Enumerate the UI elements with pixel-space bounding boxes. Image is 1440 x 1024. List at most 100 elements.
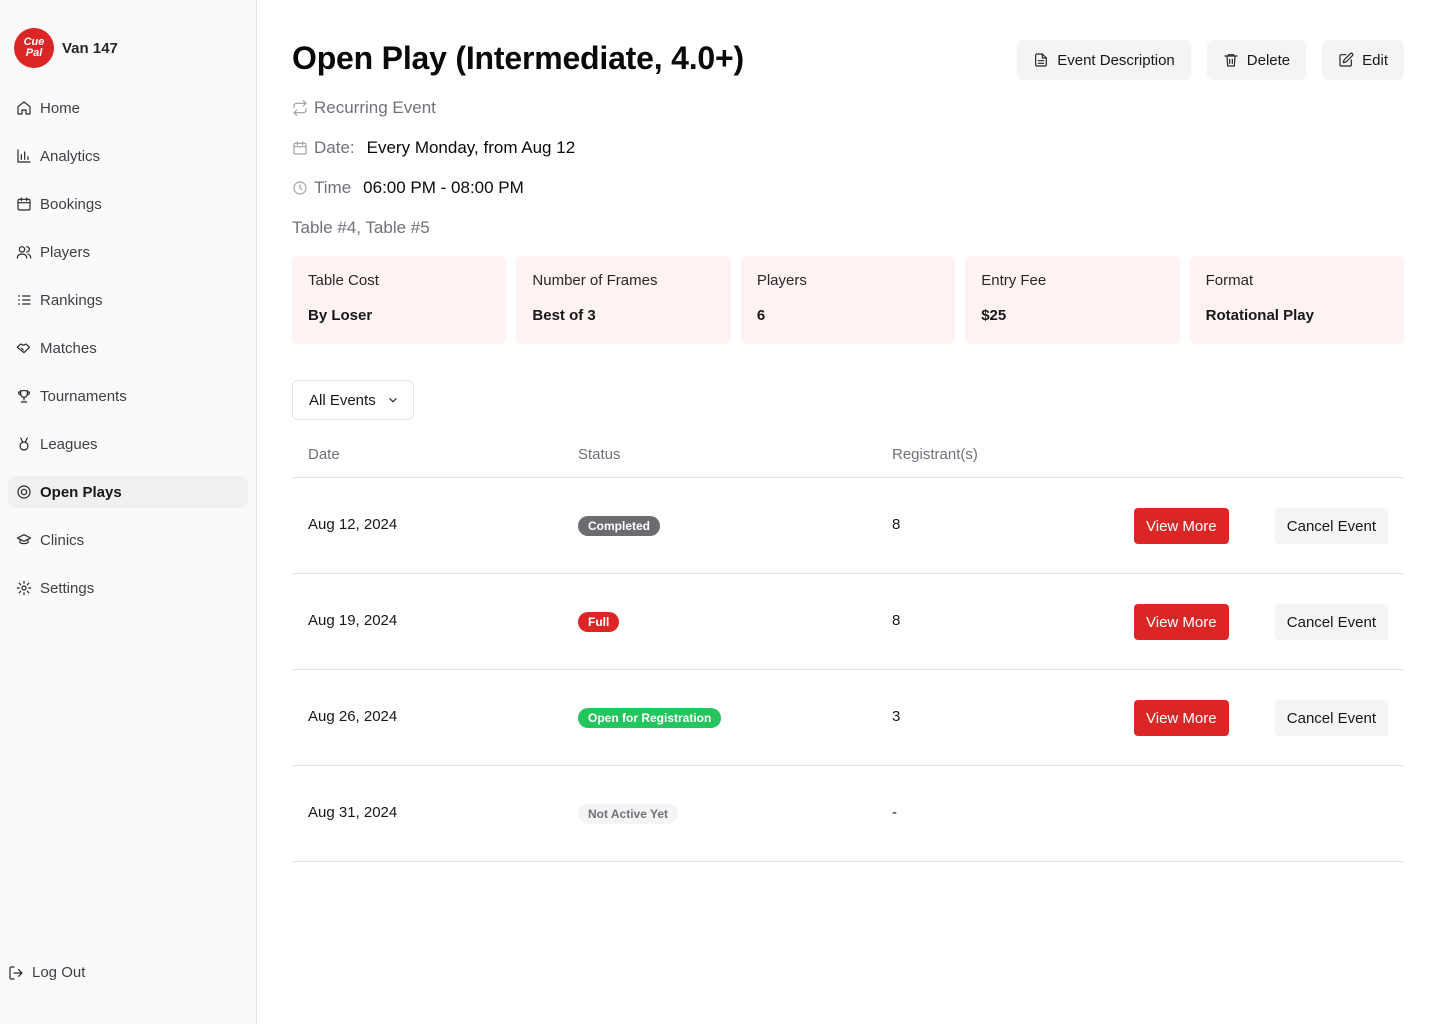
event-date: Date: Every Monday, from Aug 12	[292, 138, 575, 158]
sidebar-item-home[interactable]: Home	[8, 92, 248, 124]
logout-label: Log Out	[32, 964, 86, 981]
event-description-button[interactable]: Event Description	[1017, 40, 1191, 80]
edit-icon	[1339, 52, 1354, 67]
card-label: Format	[1205, 272, 1254, 289]
sidebar-item-matches[interactable]: Matches	[8, 332, 248, 364]
sidebar-item-players[interactable]: Players	[8, 236, 248, 268]
card-label: Players	[756, 272, 807, 289]
target-icon	[16, 484, 32, 500]
logout-button[interactable]: Log Out	[8, 964, 85, 981]
chevron-down-icon	[388, 397, 397, 403]
cancel-event-button[interactable]: Cancel Event	[1274, 508, 1388, 544]
cancel-event-button[interactable]: Cancel Event	[1274, 700, 1388, 736]
view-more-button[interactable]: View More	[1134, 508, 1229, 544]
venue-name: Van 147	[62, 39, 118, 57]
card-label: Entry Fee	[981, 272, 1047, 289]
users-icon	[16, 244, 32, 260]
sidebar-item-label: Matches	[40, 339, 97, 357]
cancel-event-button[interactable]: Cancel Event	[1274, 604, 1388, 640]
trash-icon	[1224, 54, 1238, 67]
status-badge: Open for Registration	[578, 708, 722, 728]
column-header-registrants: Registrant(s)	[892, 446, 978, 463]
card-format: Format Rotational Play	[1189, 256, 1405, 344]
row-date: Aug 12, 2024	[308, 516, 398, 533]
event-summary-cards: Table Cost By Loser Number of Frames Bes…	[292, 256, 1405, 344]
row-registrants: 8	[892, 516, 901, 533]
sidebar-item-label: Open Plays	[40, 483, 122, 501]
recurring-indicator: Recurring Event	[292, 98, 436, 118]
card-value: Rotational Play	[1205, 307, 1314, 324]
graduation-cap-icon	[16, 532, 32, 548]
calendar-icon	[293, 141, 307, 155]
clock-icon	[293, 181, 307, 195]
card-value: 6	[756, 307, 766, 324]
sidebar-nav: Home Analytics Bookings Players Rankings…	[8, 92, 248, 620]
sidebar-item-bookings[interactable]: Bookings	[8, 188, 248, 220]
card-value: Best of 3	[532, 307, 596, 324]
column-header-status: Status	[578, 446, 621, 463]
handshake-icon	[16, 340, 32, 356]
event-tables: Table #4, Table #5	[292, 218, 430, 237]
medal-icon	[16, 436, 32, 452]
list-ordered-icon	[16, 292, 32, 308]
card-value: $25	[981, 307, 1007, 324]
file-text-icon	[1035, 53, 1048, 67]
card-label: Number of Frames	[532, 272, 658, 289]
cuepal-logo: Cue Pal	[14, 28, 54, 68]
sidebar-item-settings[interactable]: Settings	[8, 572, 248, 604]
sidebar-item-label: Tournaments	[40, 387, 127, 405]
sidebar-item-label: Analytics	[40, 147, 101, 165]
card-table-cost: Table Cost By Loser	[292, 256, 507, 344]
table-row: Aug 31, 2024 Not Active Yet -	[292, 766, 1404, 862]
sidebar-item-label: Settings	[40, 579, 95, 597]
status-badge: Not Active Yet	[578, 804, 679, 824]
sidebar-item-rankings[interactable]: Rankings	[8, 284, 248, 316]
table-header: Date Status Registrant(s)	[292, 436, 1404, 478]
header-actions: Event Description Delete Edit	[1001, 40, 1404, 80]
sidebar-item-open-plays[interactable]: Open Plays	[8, 476, 248, 508]
page-title: Open Play (Intermediate, 4.0+)	[292, 40, 744, 76]
card-players: Players 6	[740, 256, 956, 344]
home-icon	[16, 100, 32, 116]
gear-icon	[16, 580, 32, 596]
row-date: Aug 19, 2024	[308, 612, 398, 629]
card-label: Table Cost	[308, 272, 379, 289]
sidebar-item-label: Rankings	[40, 291, 103, 309]
sidebar-item-analytics[interactable]: Analytics	[8, 140, 248, 172]
view-more-button[interactable]: View More	[1134, 700, 1229, 736]
brand[interactable]: Cue Pal Van 147	[14, 28, 118, 68]
row-date: Aug 26, 2024	[308, 708, 398, 725]
row-registrants: -	[892, 804, 897, 821]
column-header-date: Date	[308, 446, 340, 463]
row-date: Aug 31, 2024	[308, 804, 398, 821]
logout-icon	[8, 965, 24, 981]
calendar-icon	[16, 196, 32, 212]
card-value: By Loser	[308, 307, 373, 324]
sidebar-item-label: Home	[40, 99, 81, 117]
view-more-button[interactable]: View More	[1134, 604, 1229, 640]
card-number-of-frames: Number of Frames Best of 3	[516, 256, 731, 344]
sidebar: Cue Pal Van 147 Home Analytics Bookings …	[0, 0, 257, 1024]
table-row: Aug 12, 2024 Completed 8 View More Cance…	[292, 478, 1404, 574]
row-registrants: 8	[892, 612, 901, 629]
sidebar-item-label: Players	[40, 243, 91, 261]
sidebar-item-clinics[interactable]: Clinics	[8, 524, 248, 556]
sidebar-item-label: Bookings	[40, 195, 102, 213]
events-filter-dropdown[interactable]: All Events	[292, 380, 414, 420]
row-registrants: 3	[892, 708, 901, 725]
delete-button[interactable]: Delete	[1206, 40, 1307, 80]
sidebar-item-label: Leagues	[40, 435, 98, 453]
status-badge: Completed	[578, 516, 661, 536]
event-time: Time 06:00 PM - 08:00 PM	[292, 178, 524, 198]
status-badge: Full	[578, 612, 620, 632]
sidebar-item-leagues[interactable]: Leagues	[8, 428, 248, 460]
card-entry-fee: Entry Fee $25	[965, 256, 1180, 344]
edit-button[interactable]: Edit	[1322, 40, 1404, 80]
table-row: Aug 19, 2024 Full 8 View More Cancel Eve…	[292, 574, 1404, 670]
sidebar-item-label: Clinics	[40, 531, 85, 549]
trophy-icon	[16, 388, 32, 404]
bar-chart-icon	[16, 148, 32, 164]
table-row: Aug 26, 2024 Open for Registration 3 Vie…	[292, 670, 1404, 766]
sidebar-item-tournaments[interactable]: Tournaments	[8, 380, 248, 412]
repeat-icon	[293, 100, 307, 116]
